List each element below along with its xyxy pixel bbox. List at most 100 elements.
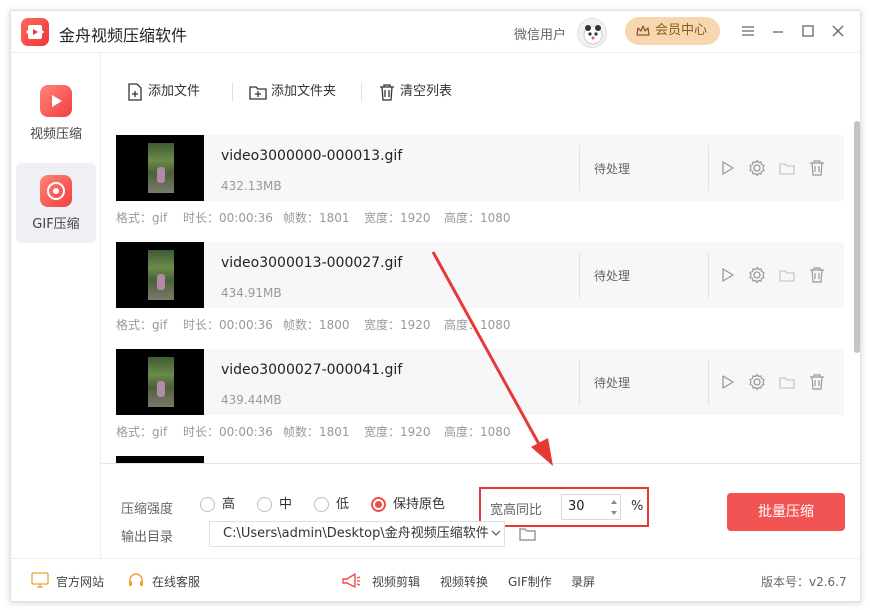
radio-low[interactable]: 低	[314, 496, 349, 514]
spin-down-icon[interactable]	[609, 508, 619, 518]
meta-format: 格式：gif	[116, 425, 168, 439]
headset-icon	[129, 573, 143, 586]
monitor-icon	[31, 572, 49, 588]
gear-icon[interactable]	[748, 373, 766, 391]
meta-format: 格式：gif	[116, 318, 168, 332]
open-folder-icon[interactable]	[519, 526, 537, 542]
delete-icon[interactable]	[808, 159, 826, 177]
add-folder-button[interactable]: 添加文件夹	[249, 81, 336, 103]
footer-link-video-convert[interactable]: 视频转换	[440, 573, 488, 590]
batch-compress-button[interactable]: 批量压缩	[727, 493, 845, 531]
status-label: 待处理	[594, 269, 631, 283]
status-label: 待处理	[594, 162, 631, 176]
add-folder-icon	[249, 86, 267, 100]
gear-icon[interactable]	[748, 266, 766, 284]
toolbar-divider	[232, 83, 233, 101]
video-thumbnail	[116, 349, 204, 415]
sidebar-item-gif-compress[interactable]: GIF压缩	[16, 163, 96, 243]
online-support-link[interactable]: 在线客服	[152, 573, 200, 590]
sidebar-item-video-compress[interactable]: 视频压缩	[16, 73, 96, 153]
vip-label: 会员中心	[655, 23, 708, 38]
gif-icon	[40, 175, 72, 207]
radio-label: 保持原色	[393, 497, 446, 512]
sidebar: 视频压缩 GIF压缩	[11, 53, 101, 558]
compress-settings: 压缩强度 高 中 低 保持原色 宽高同比 30 % 输出目录 C:\Users\…	[101, 463, 860, 558]
meta-width: 宽度：1920	[364, 211, 431, 225]
trash-icon	[380, 84, 394, 101]
menu-icon[interactable]	[739, 22, 757, 40]
video-thumbnail	[116, 135, 204, 201]
meta-height: 高度：1080	[444, 425, 511, 439]
megaphone-icon	[342, 573, 361, 588]
add-file-icon	[128, 83, 142, 101]
footer-link-screen-record[interactable]: 录屏	[571, 573, 595, 590]
file-list: video3000000-000013.gif 432.13MB 待处理 格式：…	[101, 123, 860, 463]
radio-high[interactable]: 高	[200, 496, 235, 514]
play-icon[interactable]	[718, 373, 736, 391]
toolbar: 添加文件 添加文件夹 清空列表	[101, 53, 860, 123]
meta-duration: 时长：00:00:36	[183, 318, 273, 332]
play-icon[interactable]	[718, 266, 736, 284]
file-card: video3000027-000041.gif 439.44MB 待处理	[116, 349, 844, 415]
maximize-icon[interactable]	[799, 22, 817, 40]
file-size: 432.13MB	[221, 179, 282, 193]
footer-link-video-edit[interactable]: 视频剪辑	[372, 573, 420, 590]
radio-label: 中	[279, 497, 293, 512]
file-name: video3000000-000013.gif	[221, 148, 403, 164]
video-thumbnail	[116, 456, 204, 463]
meta-width: 宽度：1920	[364, 318, 431, 332]
crown-icon	[636, 25, 650, 36]
list-item[interactable]: video3000027-000041.gif 439.44MB 待处理 格式：…	[116, 349, 844, 456]
meta-height: 高度：1080	[444, 318, 511, 332]
list-item[interactable]: video3000000-000013.gif 432.13MB 待处理 格式：…	[116, 135, 844, 242]
folder-icon[interactable]	[778, 266, 796, 284]
add-file-button[interactable]: 添加文件	[126, 81, 200, 103]
close-icon[interactable]	[829, 22, 847, 40]
avatar[interactable]	[577, 18, 607, 48]
app-window: 金舟视频压缩软件 微信用户 会员中心 视频压缩 GIF压缩 添加文件 添加文件夹…	[10, 10, 861, 602]
meta-height: 高度：1080	[444, 211, 511, 225]
output-label: 输出目录	[121, 530, 174, 545]
footer: 官方网站 在线客服 视频剪辑 视频转换 GIF制作 录屏 版本号：v2.6.7	[11, 558, 860, 601]
radio-keep-color[interactable]: 保持原色	[371, 496, 445, 514]
meta-duration: 时长：00:00:36	[183, 425, 273, 439]
title-bar: 金舟视频压缩软件 微信用户 会员中心	[11, 11, 860, 53]
video-play-icon	[40, 85, 72, 117]
clear-list-button[interactable]: 清空列表	[378, 81, 452, 103]
add-folder-label: 添加文件夹	[271, 84, 337, 99]
gear-icon[interactable]	[748, 159, 766, 177]
list-item[interactable]: video3000013-000027.gif 434.91MB 待处理 格式：…	[116, 242, 844, 349]
footer-link-gif-make[interactable]: GIF制作	[508, 573, 552, 590]
chevron-down-icon[interactable]	[490, 527, 502, 539]
folder-icon[interactable]	[778, 159, 796, 177]
sidebar-item-label: 视频压缩	[29, 127, 82, 142]
delete-icon[interactable]	[808, 266, 826, 284]
meta-frames: 帧数：1800	[283, 318, 350, 332]
play-icon[interactable]	[718, 159, 736, 177]
video-thumbnail	[116, 242, 204, 308]
official-website-link[interactable]: 官方网站	[56, 573, 104, 590]
radio-label: 高	[222, 497, 236, 512]
ratio-label: 宽高同比	[490, 503, 543, 518]
clear-list-label: 清空列表	[400, 84, 453, 99]
user-name[interactable]: 微信用户	[514, 24, 566, 43]
vip-center-button[interactable]: 会员中心	[625, 17, 720, 45]
folder-icon[interactable]	[778, 373, 796, 391]
meta-frames: 帧数：1801	[283, 211, 350, 225]
list-scrollbar[interactable]	[854, 121, 860, 353]
strength-label: 压缩强度	[121, 502, 174, 517]
app-title: 金舟视频压缩软件	[59, 26, 188, 45]
toolbar-divider	[361, 83, 362, 101]
file-card: video3000000-000013.gif 432.13MB 待处理	[116, 135, 844, 201]
minimize-icon[interactable]	[769, 22, 787, 40]
spin-up-icon[interactable]	[609, 497, 619, 507]
app-logo-icon	[21, 18, 49, 46]
radio-medium[interactable]: 中	[257, 496, 292, 514]
delete-icon[interactable]	[808, 373, 826, 391]
meta-duration: 时长：00:00:36	[183, 211, 273, 225]
status-label: 待处理	[594, 376, 631, 390]
sidebar-item-label: GIF压缩	[32, 217, 80, 232]
file-name: video3000013-000027.gif	[221, 255, 403, 271]
file-name: video3000027-000041.gif	[221, 362, 403, 378]
output-path-select[interactable]: C:\Users\admin\Desktop\金舟视频压缩软件	[209, 521, 505, 547]
